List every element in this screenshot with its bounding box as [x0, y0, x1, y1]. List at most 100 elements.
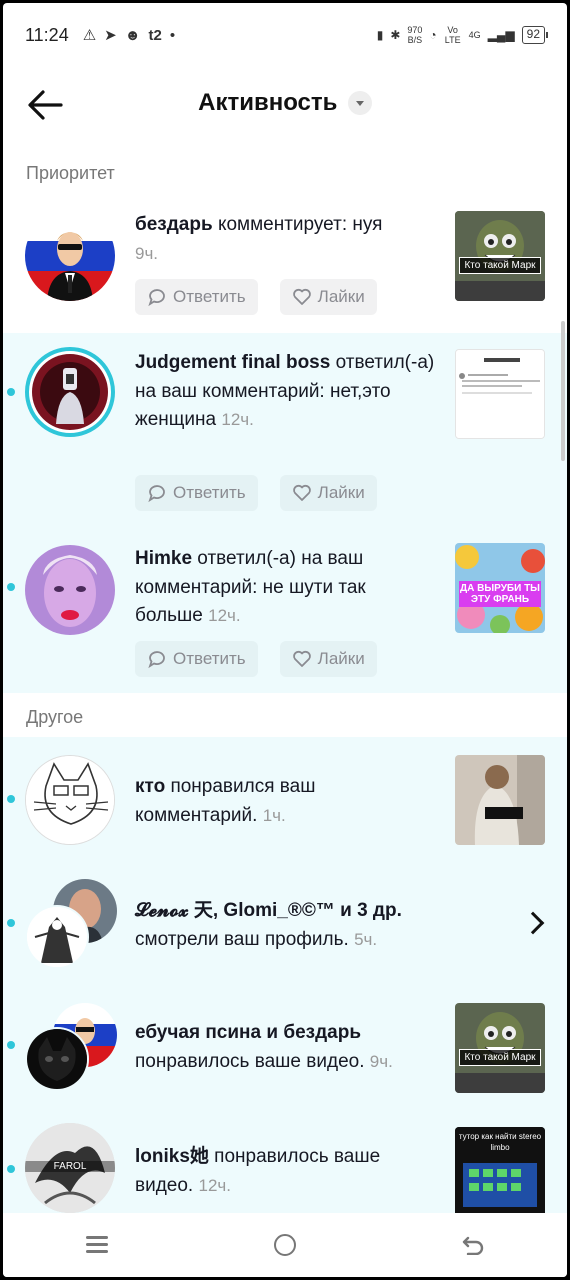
bluetooth-icon: ✱ [390, 28, 401, 42]
notification-time: 12ч. [198, 1175, 232, 1195]
thumbnail-caption: Кто такой Марк [459, 257, 541, 274]
status-bar: 11:24 ⚠ ➤ ☻ t2 • ▮ ✱ 970 B/S ◔ Vo LTE 4G… [3, 3, 567, 67]
notification-row[interactable]: бездарь комментирует: нуя 9ч. Ответить Л… [3, 199, 567, 329]
video-thumbnail[interactable]: Кто такой Марк [455, 1003, 545, 1093]
section-label-priority: Приоритет [26, 163, 115, 183]
notification-text: Judgement final boss ответил(-а) на ваш … [135, 349, 435, 435]
vibrate-icon: ▮ [376, 28, 384, 42]
notification-message: понравилось ваше видео. [135, 1050, 365, 1072]
avatar-image [25, 545, 115, 635]
avatar-image [25, 211, 115, 301]
like-label: Лайки [317, 287, 365, 306]
avatar-with-story[interactable] [25, 347, 115, 437]
avatar-front[interactable] [25, 1027, 89, 1091]
unread-dot [7, 795, 15, 803]
avatar[interactable] [25, 755, 115, 845]
menu-icon[interactable] [86, 1236, 108, 1254]
video-thumbnail[interactable]: Кто такой Марк [455, 211, 545, 301]
video-thumbnail[interactable]: тутор как найти stereo limbo [455, 1127, 545, 1217]
page-title: Активность [198, 89, 338, 116]
scrollbar[interactable] [561, 321, 565, 461]
chat-icon: ☻ [124, 26, 141, 44]
video-thumbnail[interactable]: ДА ВЫРУБИ ТЫ ЭТУ ФРАНЬ [455, 543, 545, 633]
notification-text: бездарь комментирует: нуя 9ч. [135, 211, 435, 268]
notification-user[interactable]: бездарь [135, 214, 213, 235]
like-label: Лайки [317, 649, 365, 668]
telegram-icon: ➤ [104, 27, 117, 44]
network-speed-value: 970 [407, 25, 423, 35]
notification-row[interactable]: кто понравился ваш комментарий. 1ч. [3, 737, 567, 863]
notification-message: смотрели ваш профиль. [135, 928, 349, 950]
notification-user[interactable]: Judgement final boss [135, 352, 330, 373]
notification-row[interactable]: FAROL loniks她 понравилось ваше видео. 12… [3, 1111, 567, 1217]
notification-text: ебучая псина и бездарь понравилось ваше … [135, 1019, 435, 1076]
notification-actions: Ответить Лайки [135, 279, 377, 315]
notification-text: 𝓛𝓮𝓷𝓸𝔁 天, Glomi_®©™ и 3 др. смотрели ваш … [135, 897, 435, 954]
comment-icon [148, 651, 165, 669]
notification-row[interactable]: Himke ответил(-а) на ваш комментарий: не… [3, 523, 567, 693]
thumbnail-image [456, 350, 544, 438]
back-icon[interactable] [462, 1235, 484, 1255]
notification-time: 9ч. [135, 243, 159, 263]
reply-label: Ответить [173, 287, 246, 306]
notification-time: 1ч. [262, 805, 286, 825]
like-button[interactable]: Лайки [279, 279, 377, 315]
avatar[interactable] [25, 211, 115, 301]
video-thumbnail[interactable] [455, 755, 545, 845]
like-label: Лайки [317, 483, 365, 502]
thumbnail-caption: Кто такой Марк [459, 1049, 541, 1066]
unread-dot [7, 1165, 15, 1173]
thumbnail-image [455, 211, 545, 301]
notification-user[interactable]: 𝓛𝓮𝓷𝓸𝔁 天, Glomi_®©™ и 3 др. [135, 900, 402, 921]
notification-row[interactable]: 𝓛𝓮𝓷𝓸𝔁 天, Glomi_®©™ и 3 др. смотрели ваш … [3, 863, 567, 983]
heart-icon [292, 288, 311, 305]
notification-row[interactable]: Judgement final boss ответил(-а) на ваш … [3, 333, 567, 523]
reply-button[interactable]: Ответить [135, 475, 258, 511]
reply-label: Ответить [173, 649, 246, 668]
battery-icon: 92 [521, 26, 549, 44]
thumbnail-caption: ДА ВЫРУБИ ТЫ ЭТУ ФРАНЬ [459, 581, 541, 607]
wifi-icon: ◔ [429, 28, 437, 42]
avatar-front[interactable] [25, 905, 89, 969]
notification-user[interactable]: loniks她 [135, 1146, 209, 1167]
notification-row[interactable]: ебучая псина и бездарь понравилось ваше … [3, 983, 567, 1111]
notification-message: комментирует: нуя [212, 214, 383, 235]
unread-dot [7, 919, 15, 927]
avatar[interactable] [25, 545, 115, 635]
heart-icon [292, 484, 311, 501]
title-dropdown[interactable]: Активность [3, 89, 567, 117]
notification-user[interactable]: ебучая псина и бездарь [135, 1022, 361, 1043]
reply-button[interactable]: Ответить [135, 641, 258, 677]
like-button[interactable]: Лайки [279, 475, 377, 511]
home-icon[interactable] [274, 1234, 296, 1256]
notification-time: 12ч. [221, 410, 254, 429]
notification-actions: Ответить Лайки [135, 475, 377, 511]
header: Активность [3, 67, 567, 143]
video-thumbnail[interactable] [455, 349, 545, 439]
notification-text: Himke ответил(-а) на ваш комментарий: не… [135, 545, 435, 631]
signal-icon: ▂▄▆ [487, 28, 515, 42]
like-button[interactable]: Лайки [279, 641, 377, 677]
comment-icon [148, 485, 165, 503]
avatar[interactable]: FAROL [25, 1123, 115, 1213]
notification-text: loniks她 понравилось ваше видео. 12ч. [135, 1143, 435, 1200]
avatar-image [26, 756, 114, 844]
activity-screen: 11:24 ⚠ ➤ ☻ t2 • ▮ ✱ 970 B/S ◔ Vo LTE 4G… [3, 3, 567, 1277]
status-time: 11:24 [25, 24, 69, 45]
thumbnail-caption: тутор как найти stereo limbo [458, 1132, 542, 1152]
notification-time: 5ч. [354, 929, 378, 949]
unread-dot [7, 583, 15, 591]
avatar-image [27, 1029, 87, 1089]
notification-user[interactable]: Himke [135, 548, 192, 569]
avatar-image [27, 907, 87, 967]
chevron-right-icon[interactable] [521, 911, 545, 935]
unread-dot [7, 388, 15, 396]
notification-user[interactable]: кто [135, 776, 165, 797]
heart-icon [292, 650, 311, 667]
thumbnail-image [455, 755, 545, 845]
notification-text: кто понравился ваш комментарий. 1ч. [135, 773, 435, 830]
comment-icon [148, 289, 165, 307]
avatar-image [32, 354, 108, 430]
thumbnail-image [455, 1003, 545, 1093]
reply-button[interactable]: Ответить [135, 279, 258, 315]
